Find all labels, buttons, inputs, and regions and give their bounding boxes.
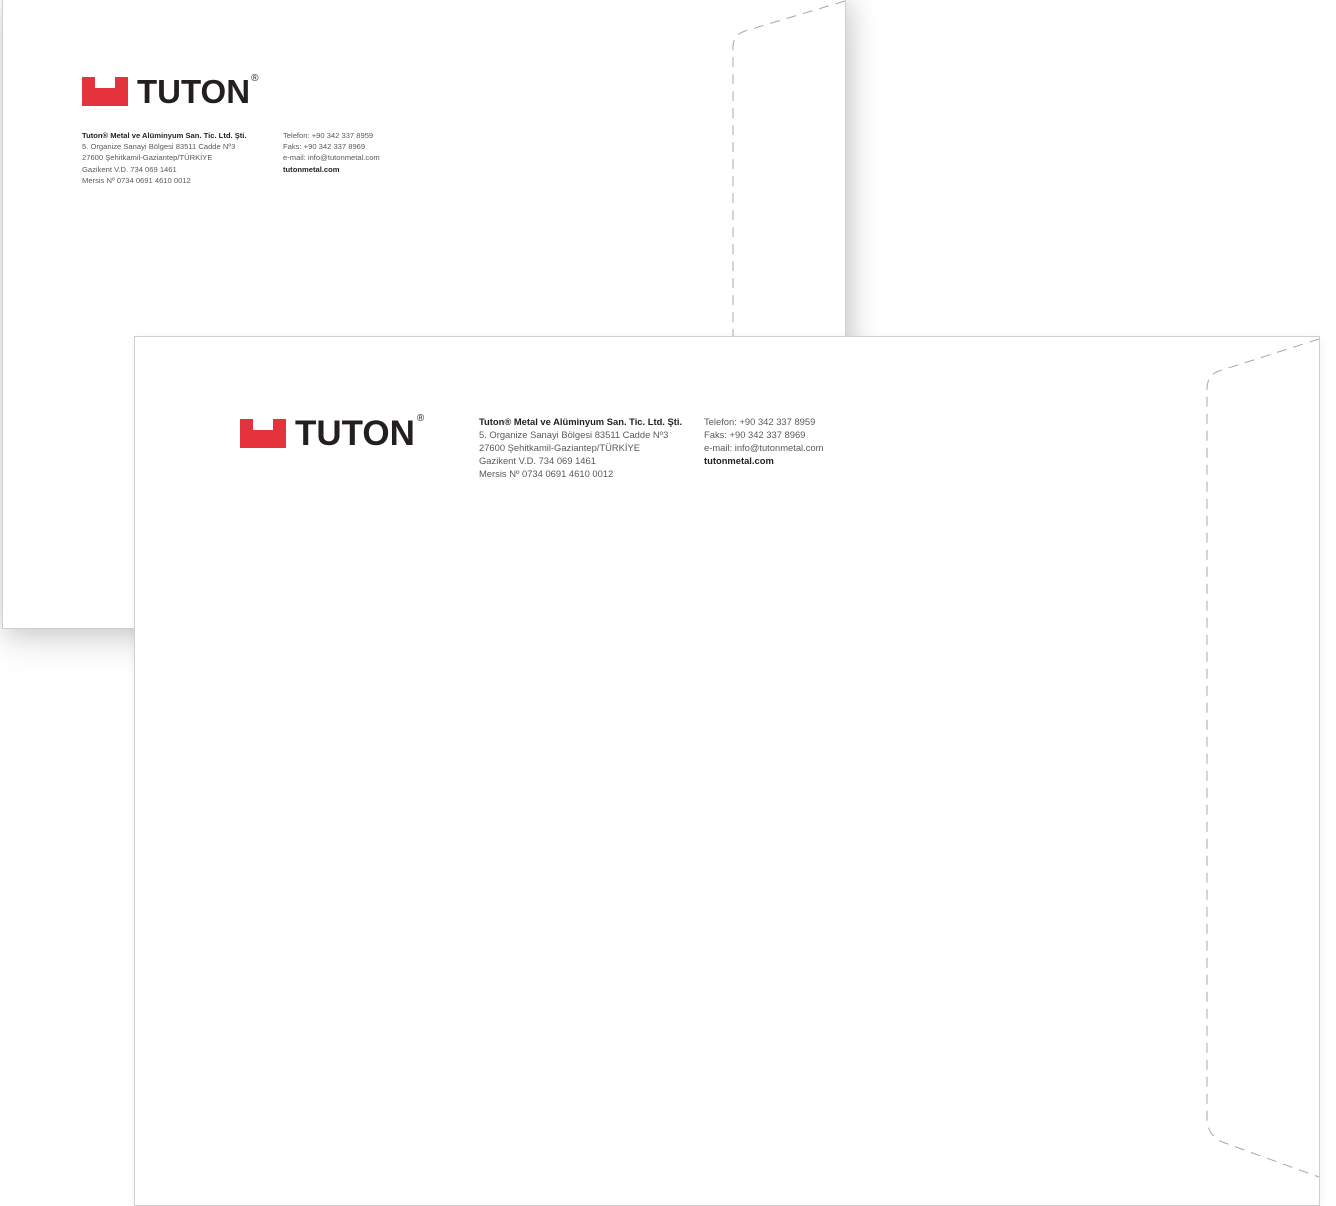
website-line: tutonmetal.com bbox=[283, 164, 340, 174]
address-line-2: 27600 Şehitkamil-Gaziantep/TÜRKİYE bbox=[82, 153, 213, 163]
tuton-logo-mark-icon bbox=[240, 419, 286, 448]
tuton-logo: TUTON ® bbox=[240, 413, 425, 453]
flap-fold-line bbox=[1206, 338, 1319, 1178]
tuton-logo-mark-icon bbox=[82, 77, 128, 106]
tuton-logo: TUTON ® bbox=[82, 73, 259, 110]
company-address-block: Tuton® Metal ve Alüminyum San. Tic. Ltd.… bbox=[479, 415, 682, 480]
phone-line: Telefon: +90 342 337 8959 bbox=[704, 416, 816, 427]
tax-office-line: Gazikent V.D. 734 069 1461 bbox=[82, 164, 177, 174]
fax-line: Faks: +90 342 337 8969 bbox=[704, 429, 806, 440]
email-line: e-mail: info@tutonmetal.com bbox=[704, 442, 824, 453]
mersis-line: Mersis Nº 0734 0691 4610 0012 bbox=[479, 468, 614, 479]
phone-line: Telefon: +90 342 337 8959 bbox=[283, 131, 374, 140]
address-line-1: 5. Organize Sanayi Bölgesi 83511 Cadde N… bbox=[82, 142, 236, 152]
envelope-front: TUTON ® Tuton® Metal ve Alüminyum San. T… bbox=[134, 336, 1320, 1206]
company-name: Tuton® Metal ve Alüminyum San. Tic. Ltd.… bbox=[82, 131, 247, 140]
email-line: e-mail: info@tutonmetal.com bbox=[283, 153, 380, 163]
registered-mark: ® bbox=[416, 413, 425, 424]
fax-line: Faks: +90 342 337 8969 bbox=[283, 142, 366, 152]
mersis-line: Mersis Nº 0734 0691 4610 0012 bbox=[82, 175, 191, 185]
company-name: Tuton® Metal ve Alüminyum San. Tic. Ltd.… bbox=[479, 416, 683, 427]
contact-block: Telefon: +90 342 337 8959 Faks: +90 342 … bbox=[704, 415, 823, 467]
company-address-block: Tuton® Metal ve Alüminyum San. Tic. Ltd.… bbox=[82, 130, 247, 186]
tax-office-line: Gazikent V.D. 734 069 1461 bbox=[479, 455, 596, 466]
address-line-2: 27600 Şehitkamil-Gaziantep/TÜRKİYE bbox=[479, 442, 641, 453]
logo-wordmark: TUTON bbox=[295, 414, 415, 453]
registered-mark: ® bbox=[251, 73, 259, 84]
address-line-1: 5. Organize Sanayi Bölgesi 83511 Cadde N… bbox=[479, 429, 669, 440]
logo-wordmark: TUTON bbox=[137, 73, 251, 110]
contact-block: Telefon: +90 342 337 8959 Faks: +90 342 … bbox=[283, 130, 380, 175]
website-line: tutonmetal.com bbox=[704, 455, 774, 466]
